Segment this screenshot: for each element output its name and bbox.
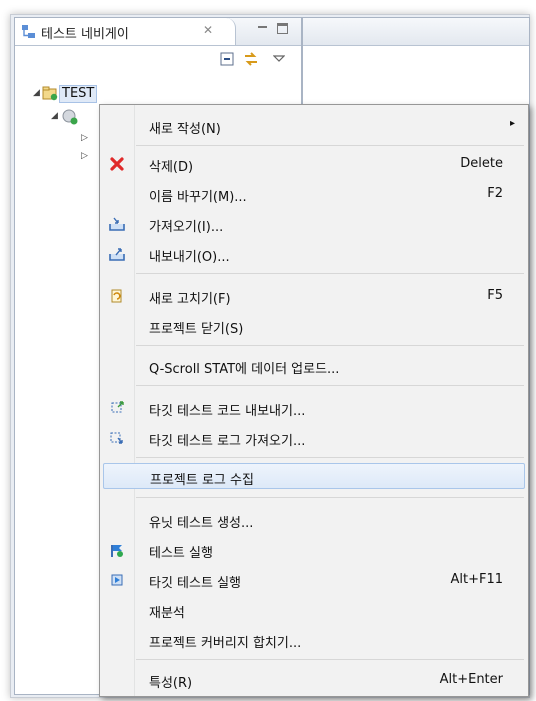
navigator-icon bbox=[22, 25, 35, 38]
menu-separator bbox=[136, 345, 524, 346]
context-menu: 새로 작성(N) ▸ 삭제(D) Delete 이름 바꾸기(M)... F2 … bbox=[99, 104, 529, 697]
menu-item-import[interactable]: 가져오기(I)... bbox=[103, 211, 525, 237]
menu-item-export[interactable]: 내보내기(O)... bbox=[103, 241, 525, 267]
menu-item-label: 가져오기(I)... bbox=[149, 220, 224, 235]
tree-row-test[interactable]: ◢ TEST bbox=[15, 84, 301, 104]
expand-arrow-icon[interactable]: ◢ bbox=[33, 88, 40, 98]
menu-separator bbox=[136, 457, 524, 458]
menu-item-label: 프로젝트 커버리지 합치기... bbox=[149, 636, 302, 651]
tree-item-label: TEST bbox=[59, 85, 98, 103]
menu-item-shortcut: Alt+Enter bbox=[439, 672, 503, 687]
close-icon[interactable]: ✕ bbox=[203, 23, 213, 37]
menu-item-delete[interactable]: 삭제(D) Delete bbox=[103, 151, 525, 177]
view-toolbar bbox=[15, 46, 301, 70]
delete-icon bbox=[110, 157, 124, 171]
menu-item-run-test[interactable]: 테스트 실행 bbox=[103, 537, 525, 563]
menu-separator bbox=[136, 145, 524, 146]
refresh-icon bbox=[111, 289, 122, 303]
import-icon bbox=[109, 217, 125, 231]
view-menu-icon[interactable] bbox=[273, 51, 285, 67]
tab-label: 테스트 네비게이 bbox=[41, 27, 129, 42]
menu-item-shortcut: Delete bbox=[460, 156, 503, 171]
menu-item-merge-coverage[interactable]: 프로젝트 커버리지 합치기... bbox=[103, 627, 525, 653]
menu-item-collect-project-log[interactable]: 프로젝트 로그 수집 bbox=[103, 463, 525, 489]
menu-item-rename[interactable]: 이름 바꾸기(M)... F2 bbox=[103, 181, 525, 207]
menu-item-label: 새로 작성(N) bbox=[149, 122, 221, 137]
menu-item-create-unit-test[interactable]: 유닛 테스트 생성... bbox=[103, 507, 525, 533]
menu-separator bbox=[136, 273, 524, 274]
menu-item-label: 새로 고치기(F) bbox=[149, 292, 231, 307]
export-icon bbox=[109, 248, 125, 261]
collapsed-arrow-icon[interactable]: ▷ bbox=[81, 151, 88, 161]
menu-separator bbox=[136, 385, 524, 386]
import-target-log-icon bbox=[110, 432, 123, 444]
menu-item-label: 특성(R) bbox=[149, 676, 193, 691]
menu-item-label: 타깃 테스트 코드 내보내기... bbox=[149, 404, 306, 419]
menu-item-label: 프로젝트 닫기(S) bbox=[149, 322, 244, 337]
menu-item-run-target-test[interactable]: 타깃 테스트 실행 Alt+F11 bbox=[103, 567, 525, 593]
menu-item-label: 재분석 bbox=[149, 606, 185, 621]
menu-item-refresh[interactable]: 새로 고치기(F) F5 bbox=[103, 283, 525, 309]
collapsed-arrow-icon[interactable]: ▷ bbox=[81, 133, 88, 143]
menu-item-shortcut: F5 bbox=[487, 288, 503, 303]
menu-separator bbox=[136, 497, 524, 498]
tab-test-navigator[interactable]: 테스트 네비게이 ✕ bbox=[15, 18, 236, 45]
view-tab-bar: 테스트 네비게이 ✕ bbox=[15, 18, 301, 46]
menu-item-import-target-log[interactable]: 타깃 테스트 로그 가져오기... bbox=[103, 425, 525, 451]
menu-item-label: 타깃 테스트 실행 bbox=[149, 576, 241, 591]
menu-item-label: 타깃 테스트 로그 가져오기... bbox=[149, 434, 306, 449]
menu-item-reanalyze[interactable]: 재분석 bbox=[103, 597, 525, 623]
minimize-icon[interactable] bbox=[257, 23, 269, 35]
menu-item-label: 삭제(D) bbox=[149, 160, 194, 175]
menu-item-upload-stat[interactable]: Q-Scroll STAT에 데이터 업로드... bbox=[103, 353, 525, 379]
editor-tab-bar bbox=[303, 18, 529, 46]
project-icon bbox=[42, 86, 58, 101]
menu-item-label: 내보내기(O)... bbox=[149, 250, 230, 265]
run-test-icon bbox=[111, 545, 123, 557]
maximize-icon[interactable] bbox=[277, 23, 288, 34]
menu-item-close-project[interactable]: 프로젝트 닫기(S) bbox=[103, 313, 525, 339]
menu-item-properties[interactable]: 특성(R) Alt+Enter bbox=[103, 667, 525, 693]
menu-item-label: 유닛 테스트 생성... bbox=[149, 516, 254, 531]
collapse-all-icon[interactable] bbox=[219, 51, 235, 67]
menu-item-new[interactable]: 새로 작성(N) ▸ bbox=[103, 113, 525, 139]
menu-item-export-target-code[interactable]: 타깃 테스트 코드 내보내기... bbox=[103, 395, 525, 421]
menu-separator bbox=[136, 659, 524, 660]
menu-item-shortcut: F2 bbox=[487, 186, 503, 201]
expand-arrow-icon[interactable]: ◢ bbox=[51, 111, 58, 121]
menu-item-label: Q-Scroll STAT에 데이터 업로드... bbox=[149, 362, 340, 377]
menu-item-label: 테스트 실행 bbox=[149, 546, 213, 561]
link-with-editor-icon[interactable] bbox=[243, 51, 259, 67]
submenu-arrow-icon: ▸ bbox=[509, 118, 515, 129]
menu-item-label: 프로젝트 로그 수집 bbox=[150, 473, 254, 488]
export-target-code-icon bbox=[111, 401, 124, 413]
menu-item-label: 이름 바꾸기(M)... bbox=[149, 190, 247, 205]
menu-item-shortcut: Alt+F11 bbox=[450, 572, 503, 587]
package-icon bbox=[62, 109, 78, 125]
run-target-test-icon bbox=[111, 574, 123, 586]
